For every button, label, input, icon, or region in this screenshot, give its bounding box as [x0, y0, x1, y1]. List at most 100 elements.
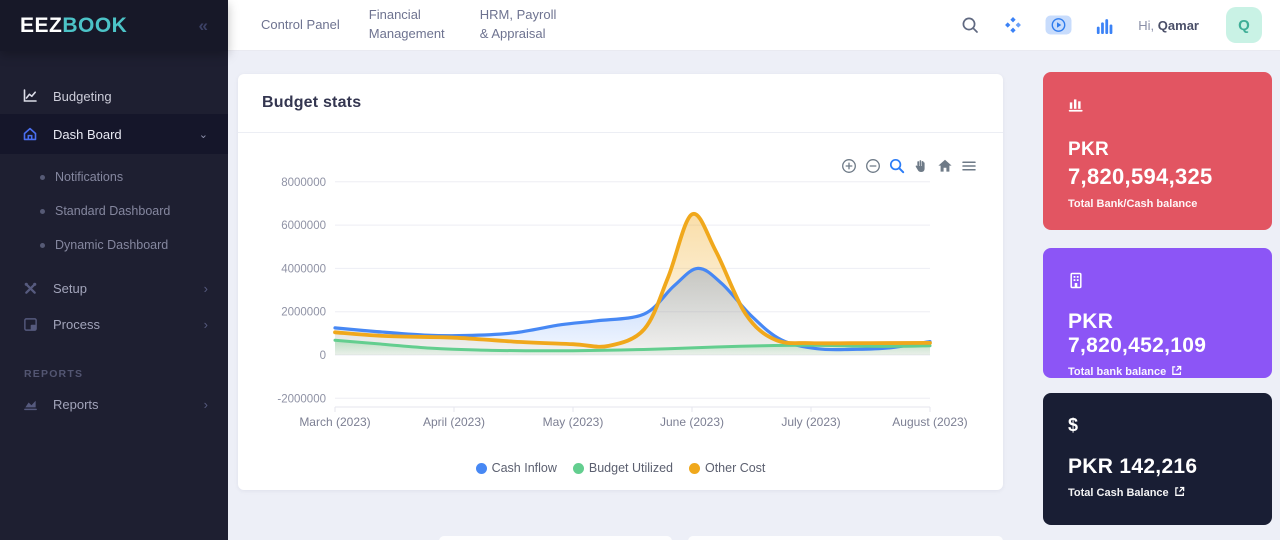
stats-bars-icon[interactable] — [1093, 14, 1115, 36]
svg-text:6000000: 6000000 — [281, 220, 326, 232]
sidebar-subitem-standard-dashboard[interactable]: Standard Dashboard — [0, 194, 228, 228]
building-icon — [1068, 271, 1247, 289]
svg-text:June (2023): June (2023) — [660, 415, 724, 429]
avatar[interactable]: Q — [1226, 7, 1262, 43]
search-icon[interactable] — [959, 14, 981, 36]
selection-zoom-icon[interactable] — [888, 157, 905, 174]
legend-dot-icon — [689, 463, 700, 474]
nav-links: Control Panel Financial Management HRM, … — [261, 6, 562, 44]
area-chart-icon — [22, 396, 38, 412]
nav-link-financial-management[interactable]: Financial Management — [369, 6, 451, 44]
sidebar-item-label: Setup — [53, 281, 87, 296]
external-link-icon[interactable] — [1174, 486, 1185, 500]
svg-text:0: 0 — [320, 350, 326, 362]
logo-text-primary: EEZ — [20, 14, 62, 37]
sidebar-item-label: Reports — [53, 397, 99, 412]
logo-text-accent: BOOK — [62, 14, 127, 37]
sidebar-item-budgeting[interactable]: Budgeting — [0, 78, 228, 114]
card-title: Budget stats — [238, 74, 1003, 133]
sidebar-item-label: Budgeting — [53, 89, 112, 104]
chevron-down-icon: ⌄ — [199, 128, 208, 141]
chart-area: 8000000 6000000 4000000 2000000 0 -2000000 Mar… — [238, 133, 1003, 489]
top-navbar: Control Panel Financial Management HRM, … — [228, 0, 1280, 51]
sidebar-item-process[interactable]: Process › — [0, 306, 228, 342]
video-tutorial-icon[interactable] — [1045, 14, 1072, 36]
legend-dot-icon — [476, 463, 487, 474]
sidebar-section-reports: REPORTS — [0, 368, 228, 380]
greeting-prefix: Hi, — [1138, 18, 1154, 33]
sidebar: EEZBOOK « Budgeting Dash Board ⌄ Noti — [0, 0, 228, 540]
app-logo[interactable]: EEZBOOK — [20, 14, 127, 38]
sidebar-subitem-label: Standard Dashboard — [55, 204, 170, 218]
balance-label: Total Bank/Cash balance — [1068, 198, 1197, 210]
legend-label: Cash Inflow — [492, 461, 557, 475]
svg-text:8000000: 8000000 — [281, 177, 326, 189]
bar-chart-icon — [1068, 95, 1247, 113]
pan-icon[interactable] — [912, 157, 929, 174]
legend-item[interactable]: Budget Utilized — [573, 461, 673, 475]
sidebar-subitem-notifications[interactable]: Notifications — [0, 160, 228, 194]
currency-label: PKR — [1068, 138, 1247, 163]
home-icon — [22, 126, 38, 142]
chevron-right-icon: › — [204, 397, 208, 412]
home-reset-icon[interactable] — [936, 157, 953, 174]
chart-legend: Cash Inflow Budget Utilized Other Cost — [238, 461, 1003, 475]
app-root: EEZBOOK « Budgeting Dash Board ⌄ Noti — [0, 0, 1280, 540]
chevron-right-icon: › — [204, 317, 208, 332]
external-link-icon[interactable] — [1171, 365, 1182, 379]
dashboard-submenu: Notifications Standard Dashboard Dynamic… — [0, 154, 228, 270]
main-content: Budget stats — [228, 51, 1280, 540]
sidebar-subitem-dynamic-dashboard[interactable]: Dynamic Dashboard — [0, 228, 228, 262]
sidebar-item-dashboard[interactable]: Dash Board ⌄ — [0, 114, 228, 154]
user-greeting: Hi, Qamar — [1138, 18, 1199, 33]
svg-text:-2000000: -2000000 — [277, 393, 326, 405]
svg-text:April (2023): April (2023) — [423, 415, 485, 429]
legend-item[interactable]: Other Cost — [689, 461, 765, 475]
grid-icon — [22, 316, 38, 332]
sidebar-item-label: Dash Board — [53, 127, 122, 142]
nav-link-hrm-payroll[interactable]: HRM, Payroll & Appraisal — [480, 6, 562, 44]
bullet-icon — [40, 243, 45, 248]
legend-dot-icon — [573, 463, 584, 474]
balance-amount: PKR 142,216 — [1068, 455, 1247, 479]
menu-icon[interactable] — [960, 157, 977, 174]
legend-label: Other Cost — [705, 461, 765, 475]
summary-cards-column: PKR 7,820,594,325 Total Bank/Cash balanc… — [1043, 72, 1272, 525]
sidebar-menu: Budgeting Dash Board ⌄ Notifications Sta… — [0, 51, 228, 422]
balance-amount: 7,820,594,325 — [1068, 163, 1247, 192]
svg-text:March (2023): March (2023) — [299, 415, 370, 429]
svg-text:May (2023): May (2023) — [543, 415, 604, 429]
bullet-icon — [40, 209, 45, 214]
sidebar-subitem-label: Notifications — [55, 170, 123, 184]
zoom-out-icon[interactable] — [864, 157, 881, 174]
balance-label: Total Cash Balance — [1068, 487, 1169, 499]
total-bank-balance-card[interactable]: PKR 7,820,452,109 Total bank balance — [1043, 248, 1272, 378]
zoom-in-icon[interactable] — [840, 157, 857, 174]
chevron-right-icon: › — [204, 281, 208, 296]
username: Qamar — [1158, 18, 1199, 33]
chart-toolbar — [840, 157, 977, 174]
tools-icon — [22, 280, 38, 296]
sidebar-item-setup[interactable]: Setup › — [0, 270, 228, 306]
svg-text:4000000: 4000000 — [281, 263, 326, 275]
sidebar-subitem-label: Dynamic Dashboard — [55, 238, 168, 252]
legend-label: Budget Utilized — [589, 461, 673, 475]
total-bank-cash-balance-card[interactable]: PKR 7,820,594,325 Total Bank/Cash balanc… — [1043, 72, 1272, 230]
budget-chart[interactable]: 8000000 6000000 4000000 2000000 0 -2000000 Mar… — [238, 150, 1003, 440]
legend-item[interactable]: Cash Inflow — [476, 461, 557, 475]
sidebar-item-reports[interactable]: Reports › — [0, 386, 228, 422]
dollar-icon: $ — [1068, 416, 1247, 434]
apps-diamond-icon[interactable] — [1002, 14, 1024, 36]
budget-stats-card: Budget stats — [238, 74, 1003, 490]
svg-text:July (2023): July (2023) — [781, 415, 840, 429]
total-cash-balance-card[interactable]: $ PKR 142,216 Total Cash Balance — [1043, 393, 1272, 525]
partial-card-top — [688, 536, 1003, 540]
partial-card-top — [439, 536, 672, 540]
sidebar-collapse-button[interactable]: « — [199, 16, 208, 36]
balance-amount: PKR 7,820,452,109 — [1068, 310, 1247, 358]
sidebar-item-label: Process — [53, 317, 100, 332]
svg-text:2000000: 2000000 — [281, 307, 326, 319]
nav-link-control-panel[interactable]: Control Panel — [261, 16, 340, 35]
sidebar-header: EEZBOOK « — [0, 0, 228, 51]
bullet-icon — [40, 175, 45, 180]
